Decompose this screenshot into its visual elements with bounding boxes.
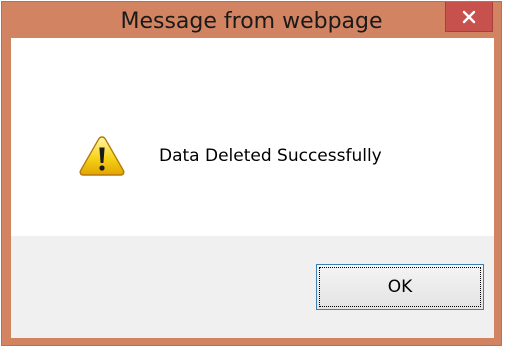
dialog-message: Data Deleted Successfully <box>159 146 382 166</box>
warning-icon <box>79 136 125 176</box>
ok-button[interactable]: OK <box>316 264 484 310</box>
message-dialog-window: Message from webpage Data Deleted Succes… <box>1 1 502 346</box>
close-button[interactable] <box>445 2 493 32</box>
dialog-title: Message from webpage <box>120 9 383 34</box>
message-area: Data Deleted Successfully <box>11 38 494 236</box>
button-area: OK <box>11 236 494 338</box>
dialog-body: Data Deleted Successfully OK <box>11 38 494 338</box>
ok-button-label: OK <box>319 267 481 307</box>
close-icon <box>462 10 476 23</box>
title-bar[interactable]: Message from webpage <box>2 2 501 39</box>
